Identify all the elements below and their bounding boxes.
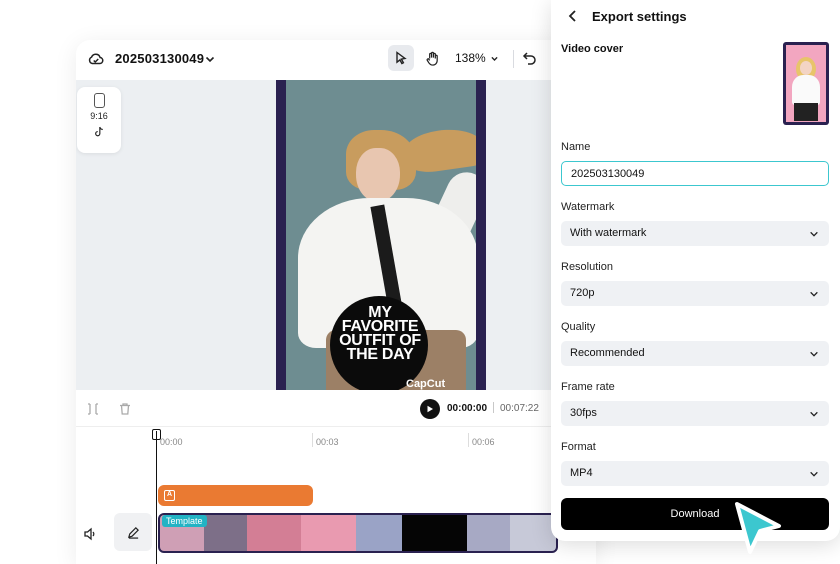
mouse-cursor-icon [735,502,781,554]
resolution-label: Resolution [561,261,613,273]
video-frame [300,515,357,551]
video-track-clip[interactable] [158,513,558,553]
video-frame [466,515,511,551]
cloud-icon[interactable] [87,50,105,68]
ruler-label: 00:00 [160,437,183,447]
watermark-select[interactable]: With watermark [561,221,829,246]
download-button[interactable]: Download [561,498,829,530]
watermark-label: Watermark [561,201,615,213]
quality-select[interactable]: Recommended [561,341,829,366]
project-name[interactable]: 202503130049 [115,51,204,66]
aspect-ratio-panel[interactable]: 9:16 [77,87,121,153]
video-frame [203,515,248,551]
video-cover-thumbnail[interactable] [783,42,829,125]
split-icon[interactable] [86,402,100,416]
chevron-down-icon [810,411,818,417]
quality-label: Quality [561,321,596,333]
chevron-down-icon [810,351,818,357]
pointer-icon [396,51,407,65]
playback-controls: 00:00:00 00:07:22 [76,390,596,426]
undo-icon[interactable] [522,50,538,66]
quality-value: Recommended [570,347,645,359]
ruler-tick [468,433,469,447]
aspect-ratio-label: 9:16 [90,111,108,121]
resolution-select[interactable]: 720p [561,281,829,306]
editor-toolbar: 202503130049 138% [76,40,596,80]
edit-cover-button[interactable] [114,513,152,551]
cover-skirt [794,103,818,121]
text-track-clip[interactable]: A [158,485,313,506]
timeline[interactable]: 00:00 00:03 00:06 A Template [76,426,596,564]
trash-icon[interactable] [118,402,132,416]
video-frame [510,515,556,551]
cover-image [786,45,826,122]
zoom-level: 138% [455,51,486,65]
ruler-label: 00:03 [316,437,339,447]
chevron-down-icon [491,56,498,61]
hand-icon [426,51,438,66]
format-label: Format [561,441,596,453]
timeline-ruler[interactable]: 00:00 00:03 00:06 [156,433,596,447]
chevron-down-icon [810,291,818,297]
video-frame [247,515,301,551]
ruler-tick [312,433,313,447]
export-settings-panel: Export settings Video cover Name 2025031… [551,0,840,541]
cover-face [800,61,812,75]
current-time: 00:00:00 [447,403,488,414]
toolbar-divider [513,50,514,68]
select-tool-button[interactable] [388,45,414,71]
editor-window: 202503130049 138% 9:16 MY FAVORITE OUTFI… [76,40,596,564]
preview-face [356,148,400,202]
frame-rate-value: 30fps [570,407,597,419]
capcut-watermark: CapCut [406,378,446,390]
video-preview[interactable]: MY FAVORITE OUTFIT OF THE DAY CapCut [276,80,486,390]
speaker-icon[interactable] [83,527,97,541]
template-badge: Template [162,515,207,527]
video-cover-label: Video cover [561,43,624,55]
app-stage: 202503130049 138% 9:16 MY FAVORITE OUTFI… [0,0,840,564]
ruler-label: 00:06 [472,437,495,447]
watermark-value: With watermark [570,227,647,239]
total-time: 00:07:22 [500,403,539,414]
preview-headline: MY FAVORITE OUTFIT OF THE DAY [339,304,421,363]
resolution-value: 720p [570,287,595,299]
play-button[interactable] [420,399,440,419]
frame-rate-select[interactable]: 30fps [561,401,829,426]
format-value: MP4 [570,467,593,479]
canvas-area[interactable]: 9:16 MY FAVORITE OUTFIT OF THE DAY CapCu… [76,80,596,390]
name-label: Name [561,141,591,153]
back-icon[interactable] [566,9,580,23]
chevron-down-icon[interactable] [204,53,216,65]
zoom-dropdown[interactable]: 138% [455,51,499,65]
name-field[interactable]: 202503130049 [561,161,829,186]
preview-image: MY FAVORITE OUTFIT OF THE DAY CapCut [286,80,476,390]
chevron-down-icon [810,231,818,237]
chevron-down-icon [810,471,818,477]
cover-body [792,75,820,105]
play-icon [427,405,433,413]
time-separator [493,402,494,413]
video-frame [356,515,402,551]
format-select[interactable]: MP4 [561,461,829,486]
phone-icon [93,93,105,108]
export-title: Export settings [592,9,687,24]
hand-tool-button[interactable] [419,45,445,71]
video-frame [401,515,467,551]
tiktok-icon [95,126,103,137]
frame-rate-label: Frame rate [561,381,615,393]
text-icon: A [164,490,175,501]
playhead[interactable] [156,431,157,564]
pencil-icon [127,526,139,539]
